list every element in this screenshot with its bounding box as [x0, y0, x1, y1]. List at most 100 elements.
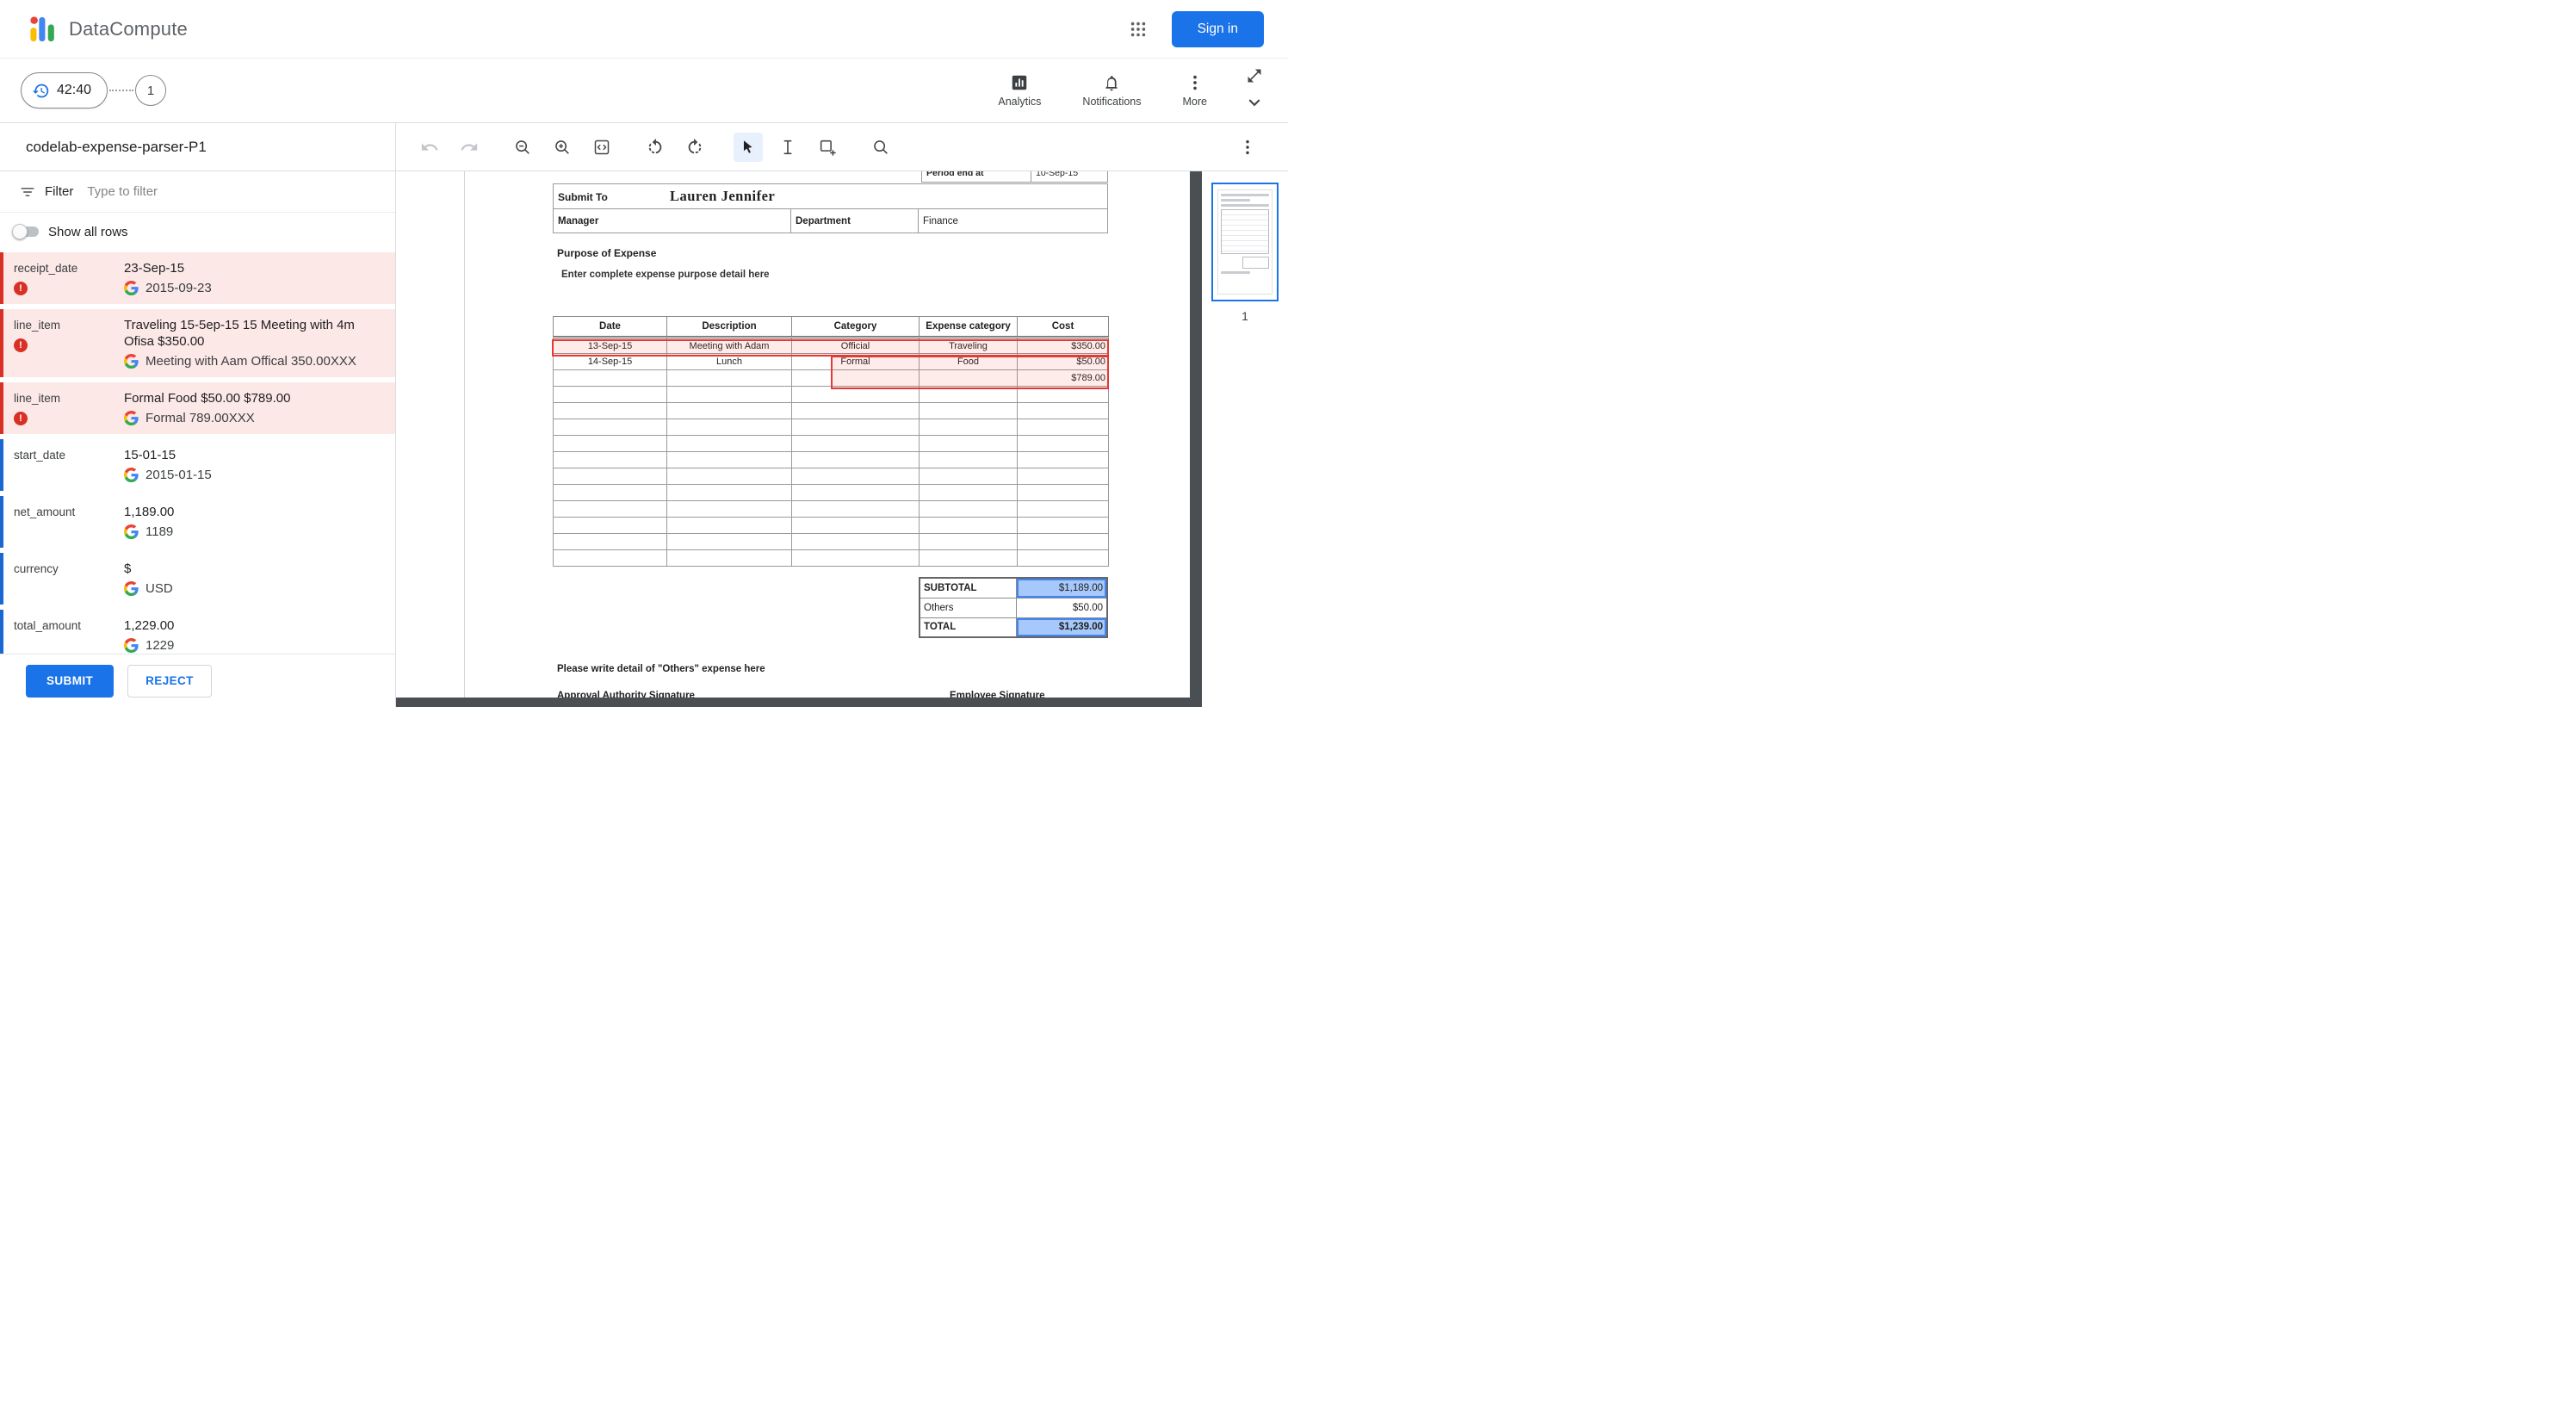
datacompute-logo — [30, 16, 54, 41]
annotation-box-row2-3[interactable] — [831, 356, 1109, 389]
table-row-empty — [553, 435, 1109, 452]
google-g-icon — [124, 581, 139, 596]
notifications-button[interactable]: Notifications — [1062, 73, 1161, 108]
table-row-empty — [553, 451, 1109, 468]
table-row-empty — [553, 517, 1109, 534]
purpose-label: Purpose of Expense — [557, 247, 657, 259]
submit-button[interactable]: SUBMIT — [26, 664, 115, 698]
field-row-currency[interactable]: currency $ USD — [0, 553, 395, 605]
rotate-right-icon[interactable] — [680, 133, 709, 162]
code-view-icon[interactable] — [587, 133, 616, 162]
show-all-rows-row: Show all rows — [0, 213, 395, 251]
overflow-menu-icon[interactable] — [1233, 133, 1262, 162]
google-g-icon — [124, 638, 139, 653]
analytics-icon — [1012, 75, 1027, 90]
period-end-label: Period end at — [921, 171, 1031, 183]
entities-panel: codelab-expense-parser-P1 Filter Show al… — [0, 123, 396, 707]
table-row-empty — [553, 468, 1109, 485]
google-g-icon — [124, 411, 139, 425]
error-icon — [14, 282, 28, 295]
document-title: codelab-expense-parser-P1 — [0, 123, 395, 171]
period-end-value: 10-Sep-15 — [1031, 171, 1108, 183]
submit-to-row: Submit To Lauren Jennifer — [553, 183, 1108, 209]
step-connector — [109, 90, 134, 91]
highlighted-subtotal-value[interactable]: $1,189.00 — [1015, 577, 1108, 598]
google-g-icon — [124, 281, 139, 295]
step-indicator[interactable]: 1 — [135, 75, 167, 106]
notifications-bell-icon — [1105, 76, 1118, 91]
timer-icon — [32, 84, 49, 97]
analytics-button[interactable]: Analytics — [977, 73, 1062, 108]
field-row-line-item-1[interactable]: line_item Traveling 15-5ep-15 15 Meeting… — [0, 309, 395, 377]
summary-row: TOTAL $1,239.00 — [919, 617, 1108, 638]
annotation-box-row1[interactable] — [552, 339, 1109, 357]
brand-name: DataCompute — [69, 17, 188, 40]
fields-list: receipt_date 23-Sep-15 2015-09-23 line_i… — [0, 251, 395, 654]
table-row-empty — [553, 500, 1109, 518]
submit-to-value: Lauren Jennifer — [670, 188, 776, 204]
text-select-tool-icon[interactable] — [773, 133, 802, 162]
field-row-total-amount[interactable]: total_amount 1,229.00 1229 — [0, 610, 395, 654]
department-label: Department — [791, 209, 919, 233]
more-vertical-icon — [1192, 75, 1197, 90]
table-header-row: Date Description Category Expense catego… — [553, 316, 1109, 338]
table-row-empty — [553, 484, 1109, 501]
open-in-full-icon[interactable] — [1246, 67, 1263, 84]
add-region-icon[interactable] — [813, 133, 842, 162]
collapse-chevron-icon[interactable] — [1243, 91, 1266, 114]
zoom-in-icon[interactable] — [548, 133, 577, 162]
filter-icon[interactable] — [19, 183, 36, 201]
manager-label: Manager — [553, 209, 791, 233]
google-g-icon — [124, 468, 139, 482]
filter-row: Filter — [0, 171, 395, 213]
error-icon — [14, 412, 28, 425]
page-thumbnail[interactable] — [1211, 183, 1279, 301]
undo-icon[interactable] — [415, 133, 444, 162]
horizontal-scrollbar[interactable] — [396, 698, 1190, 707]
thumbnail-table-sketch — [1221, 209, 1269, 254]
google-g-icon — [124, 524, 139, 539]
cursor-tool-icon[interactable] — [734, 132, 763, 162]
error-icon — [14, 338, 28, 352]
timer-value: 42:40 — [57, 83, 92, 97]
table-row-empty — [553, 533, 1109, 550]
more-button[interactable]: More — [1162, 73, 1228, 108]
document-canvas[interactable]: Period end at 10-Sep-15 Submit To Lauren… — [396, 171, 1202, 707]
summary-row: Others $50.00 — [919, 597, 1108, 618]
vertical-scrollbar[interactable] — [1190, 171, 1202, 707]
filter-label: Filter — [45, 184, 74, 199]
table-row-empty — [553, 419, 1109, 436]
field-row-start-date[interactable]: start_date 15-01-15 2015-01-15 — [0, 439, 395, 491]
show-all-rows-toggle[interactable] — [12, 223, 41, 240]
thumbnail-panel: 1 — [1202, 171, 1288, 707]
purpose-hint: Enter complete expense purpose detail he… — [561, 270, 770, 280]
thumbnail-summary-sketch — [1242, 257, 1269, 269]
sign-in-button[interactable]: Sign in — [1171, 10, 1264, 47]
summary-table: SUBTOTAL $1,189.00 Others $50.00 TOTAL $… — [919, 577, 1108, 638]
others-hint: Please write detail of "Others" expense … — [557, 664, 765, 674]
status-bar: 42:40 1 Analytics Notifications More — [0, 59, 1288, 123]
manager-row: Manager Department Finance — [553, 209, 1108, 233]
field-row-receipt-date[interactable]: receipt_date 23-Sep-15 2015-09-23 — [0, 252, 395, 304]
document-page: Period end at 10-Sep-15 Submit To Lauren… — [464, 171, 1190, 707]
field-row-net-amount[interactable]: net_amount 1,189.00 1189 — [0, 496, 395, 548]
timer-pill: 42:40 — [21, 72, 108, 109]
filter-input[interactable] — [87, 184, 381, 199]
thumbnail-page-number: 1 — [1242, 309, 1248, 323]
rotate-left-icon[interactable] — [641, 133, 670, 162]
brand: DataCompute — [29, 15, 188, 44]
viewer-toolbar — [396, 123, 1288, 171]
field-row-line-item-2[interactable]: line_item Formal Food $50.00 $789.00 For… — [0, 382, 395, 434]
apps-grid-icon[interactable] — [1120, 11, 1156, 47]
zoom-out-icon[interactable] — [508, 133, 537, 162]
redo-icon[interactable] — [455, 133, 484, 162]
google-g-icon — [124, 354, 139, 369]
panel-actions: SUBMIT REJECT — [0, 654, 395, 707]
table-row-empty — [553, 549, 1109, 567]
reject-button[interactable]: REJECT — [127, 664, 212, 698]
search-icon[interactable] — [866, 133, 895, 162]
table-row-empty — [553, 402, 1109, 419]
summary-row: SUBTOTAL $1,189.00 — [919, 577, 1108, 598]
highlighted-total-value[interactable]: $1,239.00 — [1015, 617, 1108, 638]
app-header: DataCompute Sign in — [0, 0, 1288, 59]
